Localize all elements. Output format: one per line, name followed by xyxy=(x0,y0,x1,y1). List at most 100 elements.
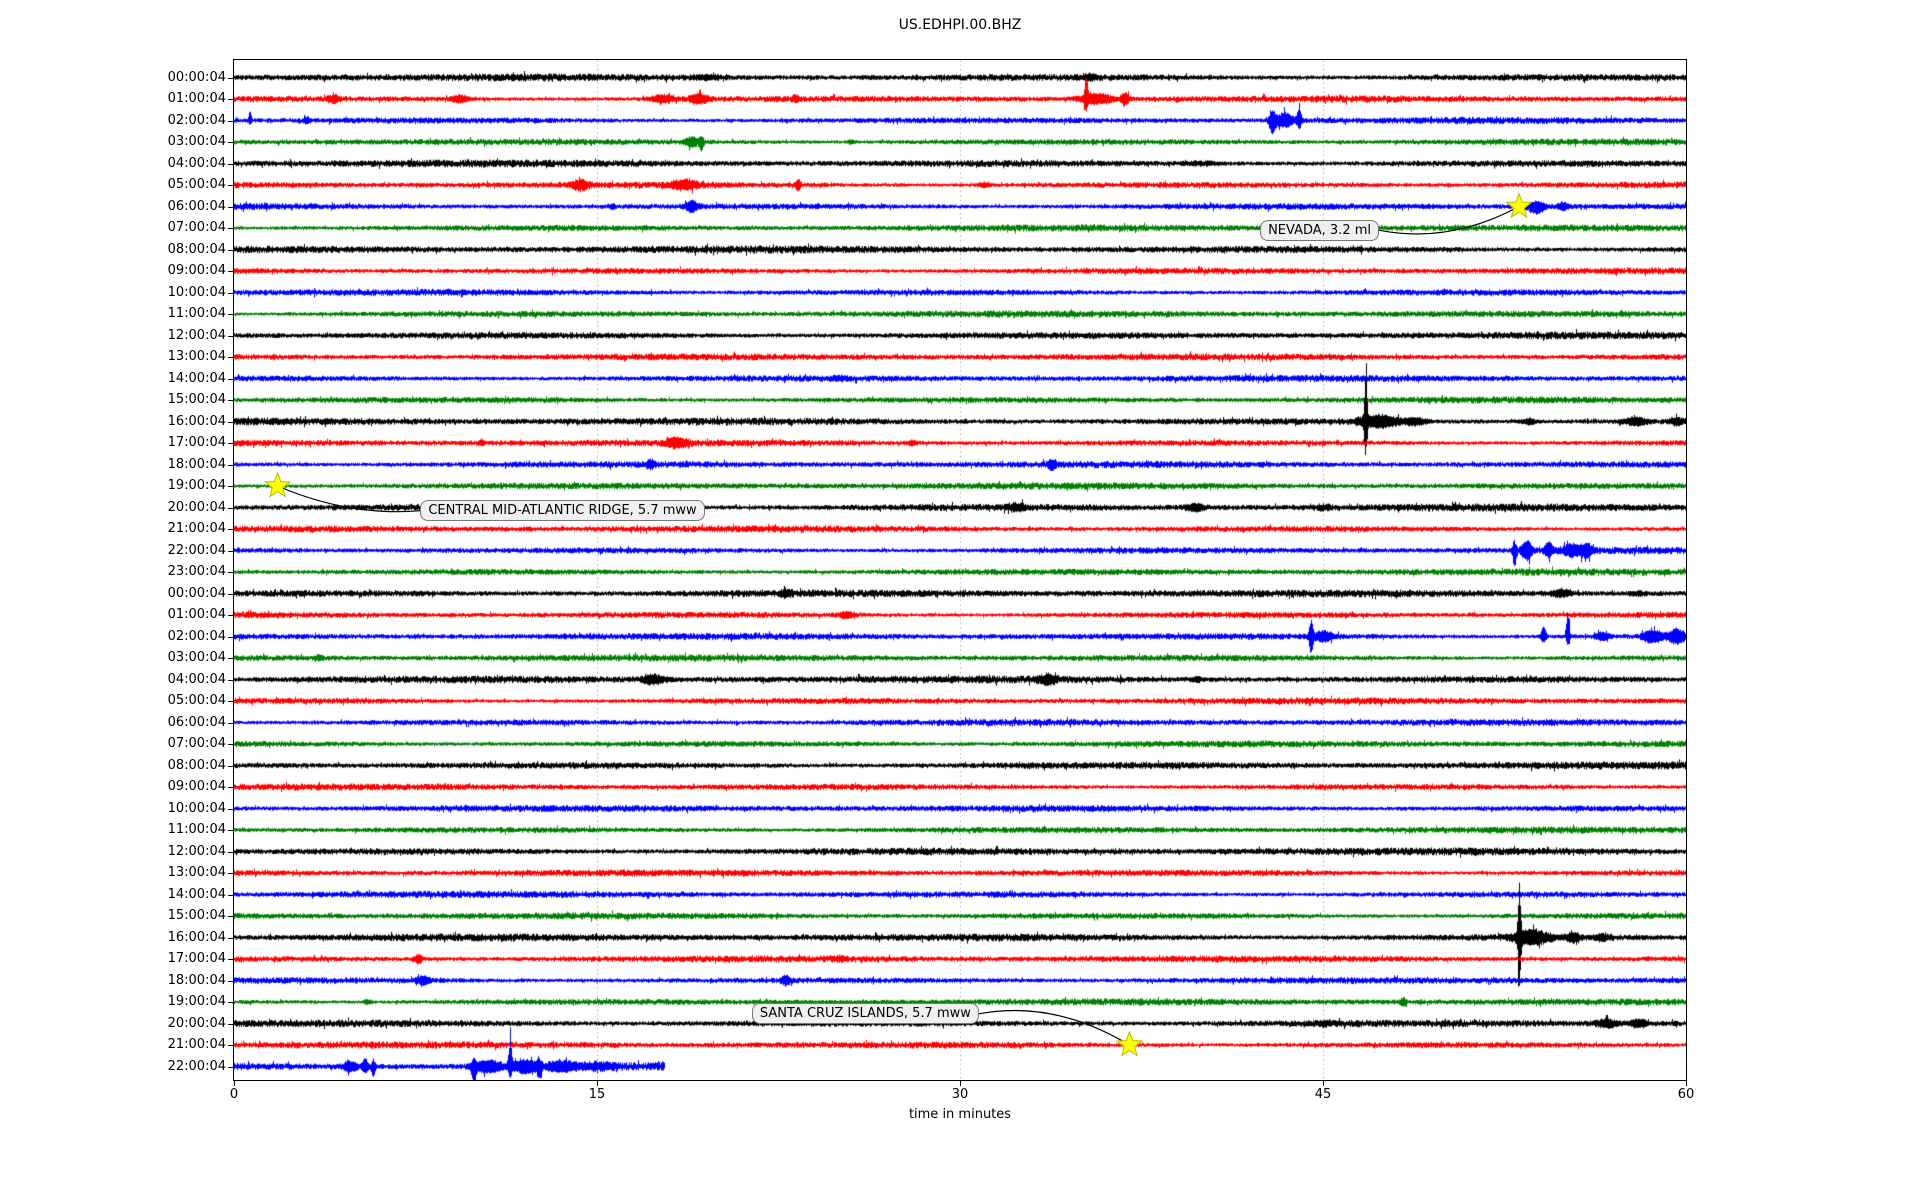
y-tick-label: 17:00:04 xyxy=(0,951,226,967)
y-tick-label: 15:00:04 xyxy=(0,392,226,408)
y-tick xyxy=(228,615,234,616)
y-tick-label: 02:00:04 xyxy=(0,113,226,129)
x-tick xyxy=(1686,1081,1687,1086)
y-tick xyxy=(228,658,234,659)
y-tick-label: 04:00:04 xyxy=(0,156,226,172)
y-tick xyxy=(228,701,234,702)
y-tick-label: 20:00:04 xyxy=(0,1016,226,1032)
y-tick xyxy=(228,357,234,358)
y-tick-label: 14:00:04 xyxy=(0,887,226,903)
y-tick xyxy=(228,637,234,638)
figure: US.EDHPI.00.BHZ 00:00:04 01:00:04 02:00:04… xyxy=(0,0,1920,1200)
y-tick xyxy=(228,142,234,143)
y-tick-label: 06:00:04 xyxy=(0,199,226,215)
y-tick xyxy=(228,379,234,380)
y-tick-label: 18:00:04 xyxy=(0,973,226,989)
y-tick xyxy=(228,422,234,423)
y-tick-label: 03:00:04 xyxy=(0,134,226,150)
y-tick xyxy=(228,271,234,272)
annotation-box-santa-cruz: SANTA CRUZ ISLANDS, 5.7 mww xyxy=(752,1003,979,1024)
y-tick xyxy=(228,766,234,767)
y-tick xyxy=(228,1045,234,1046)
y-tick xyxy=(228,1067,234,1068)
x-tick xyxy=(597,1081,598,1086)
y-tick-label: 04:00:04 xyxy=(0,672,226,688)
y-tick xyxy=(228,787,234,788)
y-tick xyxy=(228,529,234,530)
y-tick xyxy=(228,207,234,208)
y-tick-label: 12:00:04 xyxy=(0,328,226,344)
y-tick xyxy=(228,551,234,552)
y-tick-label: 18:00:04 xyxy=(0,457,226,473)
annotation-box-nevada: NEVADA, 3.2 ml xyxy=(1260,220,1379,241)
x-tick-label: 45 xyxy=(1303,1087,1343,1103)
y-tick-label: 05:00:04 xyxy=(0,177,226,193)
y-tick xyxy=(228,314,234,315)
y-tick xyxy=(228,938,234,939)
y-tick-label: 03:00:04 xyxy=(0,650,226,666)
x-tick xyxy=(234,1081,235,1086)
y-tick-label: 01:00:04 xyxy=(0,91,226,107)
y-tick xyxy=(228,744,234,745)
x-tick xyxy=(960,1081,961,1086)
y-tick-label: 17:00:04 xyxy=(0,435,226,451)
y-tick-label: 21:00:04 xyxy=(0,1037,226,1053)
y-tick xyxy=(228,185,234,186)
chart-title: US.EDHPI.00.BHZ xyxy=(234,17,1686,33)
y-tick-label: 09:00:04 xyxy=(0,779,226,795)
y-tick xyxy=(228,594,234,595)
y-tick-label: 08:00:04 xyxy=(0,758,226,774)
y-tick xyxy=(228,486,234,487)
y-tick-label: 22:00:04 xyxy=(0,543,226,559)
y-tick-label: 13:00:04 xyxy=(0,349,226,365)
y-tick xyxy=(228,981,234,982)
y-tick xyxy=(228,164,234,165)
y-tick xyxy=(228,959,234,960)
y-tick xyxy=(228,852,234,853)
y-tick-label: 01:00:04 xyxy=(0,607,226,623)
y-tick xyxy=(228,1002,234,1003)
y-tick xyxy=(228,916,234,917)
x-axis-title: time in minutes xyxy=(234,1107,1686,1122)
y-tick-label: 22:00:04 xyxy=(0,1059,226,1075)
y-tick xyxy=(228,680,234,681)
y-tick-label: 11:00:04 xyxy=(0,306,226,322)
y-tick xyxy=(228,723,234,724)
y-tick-label: 14:00:04 xyxy=(0,371,226,387)
y-tick-label: 20:00:04 xyxy=(0,500,226,516)
y-tick xyxy=(228,400,234,401)
y-tick-label: 12:00:04 xyxy=(0,844,226,860)
y-tick-label: 19:00:04 xyxy=(0,478,226,494)
annotation-box-central-mid-atlantic: CENTRAL MID-ATLANTIC RIDGE, 5.7 mww xyxy=(420,500,704,521)
y-tick xyxy=(228,508,234,509)
y-tick-label: 06:00:04 xyxy=(0,715,226,731)
y-tick-label: 09:00:04 xyxy=(0,263,226,279)
y-tick xyxy=(228,250,234,251)
y-tick xyxy=(228,443,234,444)
x-tick-label: 0 xyxy=(214,1087,254,1103)
y-tick xyxy=(228,121,234,122)
y-tick xyxy=(228,1024,234,1025)
y-tick-label: 21:00:04 xyxy=(0,521,226,537)
y-tick xyxy=(228,336,234,337)
y-tick xyxy=(228,293,234,294)
y-tick xyxy=(228,572,234,573)
y-tick-label: 08:00:04 xyxy=(0,242,226,258)
x-tick-label: 30 xyxy=(940,1087,980,1103)
y-tick-label: 10:00:04 xyxy=(0,285,226,301)
y-tick-label: 02:00:04 xyxy=(0,629,226,645)
y-tick-label: 05:00:04 xyxy=(0,693,226,709)
y-tick-label: 00:00:04 xyxy=(0,586,226,602)
y-tick-label: 23:00:04 xyxy=(0,564,226,580)
x-tick-label: 15 xyxy=(577,1087,617,1103)
y-tick xyxy=(228,895,234,896)
x-tick-label: 60 xyxy=(1666,1087,1706,1103)
y-tick xyxy=(228,99,234,100)
seismogram-traces-canvas xyxy=(234,60,1686,1080)
y-tick-label: 07:00:04 xyxy=(0,220,226,236)
y-tick xyxy=(228,228,234,229)
y-tick-label: 19:00:04 xyxy=(0,994,226,1010)
y-tick-label: 15:00:04 xyxy=(0,908,226,924)
y-tick xyxy=(228,465,234,466)
y-tick xyxy=(228,873,234,874)
